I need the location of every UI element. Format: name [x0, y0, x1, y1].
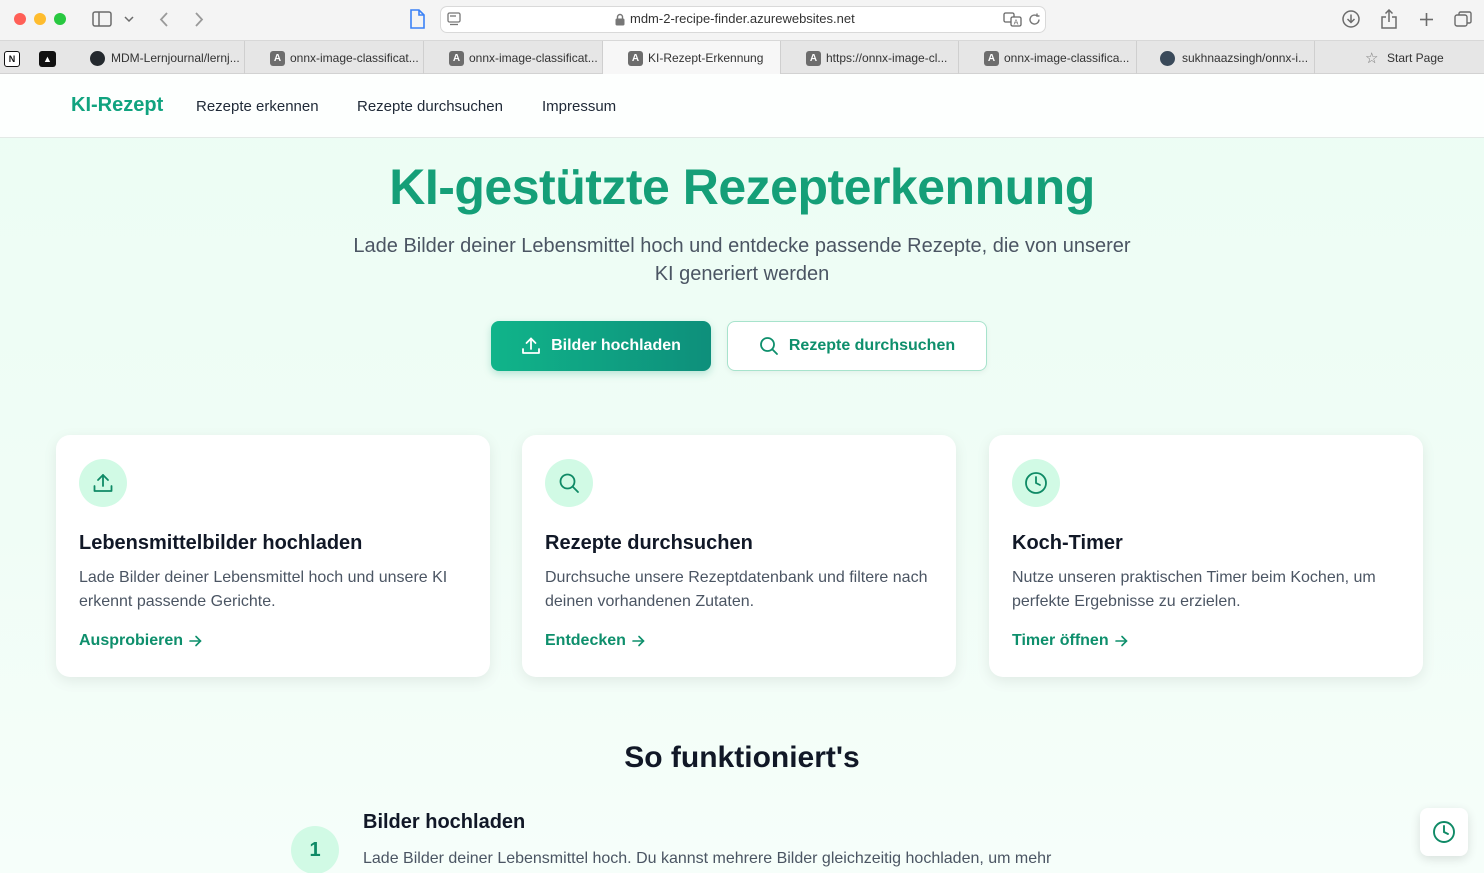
- feature-card-upload: Lebensmittelbilder hochladen Lade Bilder…: [56, 435, 490, 677]
- github-icon: [90, 51, 105, 66]
- tab-favicon-a: A: [628, 51, 643, 66]
- star-icon: ☆: [1365, 50, 1379, 67]
- tab-ki-rezept-active[interactable]: A KI-Rezept-Erkennung: [603, 41, 781, 74]
- hero-title: KI-gestützte Rezepterkennung: [389, 159, 1095, 215]
- hero-subtitle: Lade Bilder deiner Lebensmittel hoch und…: [353, 235, 1131, 285]
- tab-label: https://onnx-image-cl...: [826, 50, 948, 65]
- nav-link-rezepte-erkennen[interactable]: Rezepte erkennen: [196, 98, 319, 115]
- tab-label: sukhnaazsingh/onnx-i...: [1182, 50, 1309, 65]
- close-window-button[interactable]: [14, 13, 26, 25]
- minimize-window-button[interactable]: [34, 13, 46, 25]
- step-title: Bilder hochladen: [363, 811, 526, 833]
- tab-label: onnx-image-classificat...: [290, 50, 419, 65]
- tab-label: KI-Rezept-Erkennung: [648, 50, 764, 65]
- clock-icon: [1012, 459, 1060, 507]
- link-label: Entdecken: [545, 632, 626, 649]
- globe-icon: [1160, 51, 1175, 66]
- open-timer-link[interactable]: Timer öffnen: [1012, 632, 1128, 650]
- back-icon[interactable]: [155, 10, 171, 28]
- how-it-works-title: So funktioniert's: [624, 741, 860, 774]
- tab-label: onnx-image-classifica...: [1004, 50, 1130, 65]
- browser-titlebar: mdm-2-recipe-finder.azurewebsites.net A: [0, 0, 1484, 40]
- lock-icon: [614, 12, 626, 26]
- arrow-right-icon: [1114, 635, 1128, 647]
- tab-label: MDM-Lernjournal/lernj...: [111, 50, 240, 65]
- new-tab-icon[interactable]: [1416, 9, 1436, 29]
- tab-github[interactable]: MDM-Lernjournal/lernj...: [66, 41, 245, 74]
- feature-card-timer: Koch-Timer Nutze unseren praktischen Tim…: [989, 435, 1423, 677]
- tab-favicon-a: A: [270, 51, 285, 66]
- feature-card-search: Rezepte durchsuchen Durchsuche unsere Re…: [522, 435, 956, 677]
- upload-icon: [521, 336, 541, 356]
- step-description: Lade Bilder deiner Lebensmittel hoch. Du…: [363, 850, 1052, 867]
- upload-icon: [79, 459, 127, 507]
- reload-icon[interactable]: [1026, 11, 1042, 27]
- tab-sukhnaazsingh[interactable]: sukhnaazsingh/onnx-i...: [1137, 41, 1315, 74]
- forward-icon[interactable]: [191, 10, 207, 28]
- maximize-window-button[interactable]: [54, 13, 66, 25]
- brand-logo[interactable]: KI-Rezept: [71, 94, 163, 117]
- discover-link[interactable]: Entdecken: [545, 632, 645, 650]
- sidebar-toggle-icon[interactable]: [91, 9, 113, 29]
- search-icon: [545, 459, 593, 507]
- share-icon[interactable]: [1379, 8, 1399, 30]
- step-number: 1: [291, 826, 339, 873]
- feature-description: Nutze unseren praktischen Timer beim Koc…: [1012, 569, 1376, 610]
- feature-description: Durchsuche unsere Rezeptdatenbank und fi…: [545, 569, 928, 610]
- tab-favicon-a: A: [984, 51, 999, 66]
- arrow-right-icon: [189, 635, 202, 647]
- page-menu-icon[interactable]: [446, 11, 462, 27]
- tab-onnx-1[interactable]: A onnx-image-classificat...: [245, 41, 424, 74]
- upload-images-label: Bilder hochladen: [551, 337, 681, 354]
- nav-link-impressum[interactable]: Impressum: [542, 98, 616, 115]
- clock-icon: [1432, 820, 1456, 844]
- tab-favicon-a: A: [449, 51, 464, 66]
- feature-title: Rezepte durchsuchen: [545, 532, 753, 554]
- chevron-down-icon[interactable]: [122, 12, 136, 26]
- upload-images-button[interactable]: Bilder hochladen: [491, 321, 711, 371]
- floating-timer-button[interactable]: [1420, 808, 1468, 856]
- tab-label: onnx-image-classificat...: [469, 50, 598, 65]
- nav-link-rezepte-durchsuchen[interactable]: Rezepte durchsuchen: [357, 98, 503, 115]
- feature-title: Lebensmittelbilder hochladen: [79, 532, 363, 554]
- url-text[interactable]: mdm-2-recipe-finder.azurewebsites.net: [630, 11, 855, 26]
- tab-label: Start Page: [1387, 50, 1444, 65]
- arrow-right-icon: [632, 635, 645, 647]
- tab-onnx-url[interactable]: A https://onnx-image-cl...: [781, 41, 959, 74]
- tab-overview-icon[interactable]: [1452, 9, 1474, 29]
- tab-favicon-a: A: [806, 51, 821, 66]
- notion-pinned-tab[interactable]: N: [4, 51, 20, 67]
- document-icon[interactable]: [407, 8, 427, 30]
- page: KI-Rezept Rezepte erkennen Rezepte durch…: [0, 74, 1484, 873]
- link-label: Timer öffnen: [1012, 632, 1109, 649]
- translate-icon[interactable]: A: [1002, 10, 1022, 28]
- tab-onnx-2[interactable]: A onnx-image-classificat...: [424, 41, 603, 74]
- browse-recipes-label: Rezepte durchsuchen: [788, 337, 956, 354]
- search-icon: [759, 336, 779, 356]
- try-it-link[interactable]: Ausprobieren: [79, 632, 202, 650]
- svg-text:A: A: [1013, 18, 1018, 26]
- tab-start-page[interactable]: ☆ Start Page: [1315, 41, 1484, 74]
- browse-recipes-button[interactable]: Rezepte durchsuchen: [727, 321, 987, 371]
- tab-onnx-3[interactable]: A onnx-image-classifica...: [959, 41, 1137, 74]
- feature-title: Koch-Timer: [1012, 532, 1123, 554]
- link-label: Ausprobieren: [79, 632, 184, 649]
- vercel-pinned-tab[interactable]: ▲: [39, 51, 56, 67]
- feature-description: Lade Bilder deiner Lebensmittel hoch und…: [79, 569, 448, 610]
- site-navbar: KI-Rezept Rezepte erkennen Rezepte durch…: [0, 74, 1484, 138]
- download-icon[interactable]: [1341, 9, 1361, 29]
